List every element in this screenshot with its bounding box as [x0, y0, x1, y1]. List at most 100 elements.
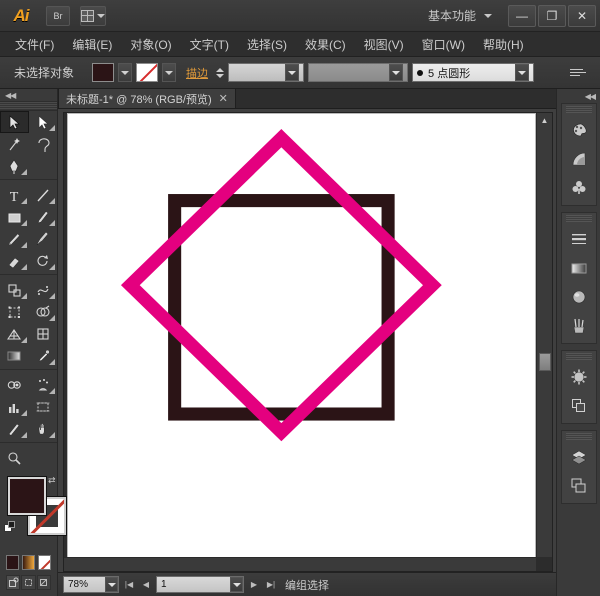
rotate-tool[interactable] [29, 250, 58, 272]
minimize-button[interactable]: — [508, 4, 536, 27]
stroke-link[interactable]: 描边 [186, 65, 208, 81]
prev-artboard-button[interactable]: ◀ [139, 576, 153, 593]
stroke-panel-icon[interactable] [562, 224, 596, 253]
tool-flyout-indicator[interactable] [49, 293, 55, 299]
transparency-panel-icon[interactable] [562, 282, 596, 311]
draw-normal-mode[interactable] [6, 575, 21, 590]
color-mode-none[interactable] [38, 555, 51, 570]
gradient-tool[interactable] [0, 345, 29, 367]
align-panel-icon[interactable] [562, 391, 596, 420]
dock-group-drag-handle[interactable] [565, 353, 592, 360]
hand-tool[interactable] [29, 418, 58, 440]
stroke-dropdown-button[interactable] [162, 63, 177, 82]
tool-flyout-indicator[interactable] [49, 432, 55, 438]
toolbox-drag-handle[interactable] [0, 102, 57, 111]
tool-flyout-indicator[interactable] [49, 388, 55, 394]
tool-flyout-indicator[interactable] [20, 337, 27, 343]
tool-flyout-indicator[interactable] [49, 315, 55, 321]
chevron-down-icon[interactable] [285, 64, 300, 81]
tool-flyout-indicator[interactable] [49, 264, 55, 270]
tool-flyout-indicator[interactable] [20, 169, 27, 175]
tool-flyout-indicator[interactable] [20, 198, 27, 204]
selection-tool[interactable] [0, 111, 29, 133]
menu-edit[interactable]: 编辑(E) [63, 33, 121, 56]
column-graph-tool[interactable] [0, 396, 29, 418]
zoom-tool[interactable] [0, 447, 29, 469]
tool-flyout-indicator[interactable] [20, 432, 27, 438]
tool-flyout-indicator[interactable] [20, 220, 27, 226]
tool-flyout-indicator[interactable] [49, 125, 55, 131]
close-button[interactable]: ✕ [568, 4, 596, 27]
symbols-panel-icon[interactable] [562, 173, 596, 202]
tool-flyout-indicator[interactable] [20, 242, 27, 248]
tool-flyout-indicator[interactable] [49, 198, 55, 204]
pencil-tool[interactable] [0, 228, 29, 250]
free-transform-tool[interactable] [0, 301, 29, 323]
canvas-viewport[interactable]: ▲ [63, 112, 553, 572]
layers-panel-icon[interactable] [562, 442, 596, 471]
tool-flyout-indicator[interactable] [49, 220, 55, 226]
scroll-up-button[interactable]: ▲ [537, 113, 552, 128]
artwork-vector[interactable] [68, 114, 535, 557]
stroke-weight-stepper[interactable] [216, 67, 225, 78]
blend-tool[interactable] [0, 374, 29, 396]
chevron-down-icon[interactable] [389, 64, 404, 81]
shape-builder-tool[interactable] [29, 301, 58, 323]
blob-brush-tool[interactable] [29, 228, 58, 250]
paintbrush-tool[interactable] [29, 206, 58, 228]
eraser-tool[interactable] [0, 250, 29, 272]
menu-object[interactable]: 对象(O) [121, 33, 180, 56]
next-artboard-button[interactable]: ▶ [247, 576, 261, 593]
color-guide-panel-icon[interactable] [562, 144, 596, 173]
symbol-sprayer-tool[interactable] [29, 374, 58, 396]
tool-flyout-indicator[interactable] [49, 359, 55, 365]
toolbox-collapse-icon[interactable]: ◀◀ [0, 89, 57, 102]
chevron-down-icon[interactable] [515, 64, 530, 81]
dock-group-drag-handle[interactable] [565, 106, 592, 113]
fill-dropdown-button[interactable] [118, 63, 133, 82]
line-segment-tool[interactable] [29, 184, 58, 206]
stroke-swatch[interactable] [136, 63, 159, 82]
eyedropper-tool[interactable] [29, 345, 58, 367]
toolbox-fill-swatch[interactable] [8, 477, 46, 515]
horizontal-scrollbar[interactable] [64, 557, 536, 571]
width-tool[interactable] [29, 279, 58, 301]
close-icon[interactable]: ✕ [219, 92, 228, 105]
swap-fill-stroke-icon[interactable]: ⇄ [48, 475, 56, 486]
chevron-down-icon[interactable] [230, 577, 243, 592]
draw-behind-mode[interactable] [21, 575, 36, 590]
menu-file[interactable]: 文件(F) [6, 33, 63, 56]
document-tab[interactable]: 未标题-1* @ 78% (RGB/预览) ✕ [58, 88, 236, 108]
color-panel-icon[interactable] [562, 115, 596, 144]
tool-flyout-indicator[interactable] [20, 410, 27, 416]
menu-type[interactable]: 文字(T) [181, 33, 238, 56]
bridge-button[interactable]: Br [46, 5, 70, 26]
chevron-down-icon[interactable] [105, 577, 118, 592]
mesh-tool[interactable] [29, 323, 58, 345]
tool-flyout-indicator[interactable] [20, 293, 27, 299]
last-artboard-button[interactable]: ▶| [264, 576, 278, 593]
artboards-panel-icon[interactable] [562, 471, 596, 500]
scale-tool[interactable] [0, 279, 29, 301]
menu-select[interactable]: 选择(S) [238, 33, 296, 56]
brushes-panel-icon[interactable] [562, 311, 596, 340]
gradient-panel-icon[interactable] [562, 253, 596, 282]
artboard[interactable] [68, 114, 535, 557]
menu-window[interactable]: 窗口(W) [413, 33, 474, 56]
magic-wand-tool[interactable] [0, 133, 29, 155]
color-mode-solid[interactable] [6, 555, 19, 570]
workspace-switcher[interactable]: 基本功能 [428, 7, 492, 24]
color-mode-gradient[interactable] [22, 555, 35, 570]
control-panel-menu-icon[interactable] [570, 63, 590, 83]
fill-swatch[interactable] [92, 63, 115, 82]
maximize-button[interactable]: ❐ [538, 4, 566, 27]
default-fill-stroke-icon[interactable] [4, 521, 17, 534]
artboard-number-input[interactable]: 1 [156, 576, 244, 593]
first-artboard-button[interactable]: |◀ [122, 576, 136, 593]
artboard-tool[interactable] [29, 396, 58, 418]
lasso-tool[interactable] [29, 133, 58, 155]
vertical-scrollbar[interactable]: ▲ [536, 113, 552, 557]
dock-collapse-icon[interactable]: ◀◀ [557, 89, 600, 103]
dock-group-drag-handle[interactable] [565, 215, 592, 222]
menu-help[interactable]: 帮助(H) [474, 33, 533, 56]
